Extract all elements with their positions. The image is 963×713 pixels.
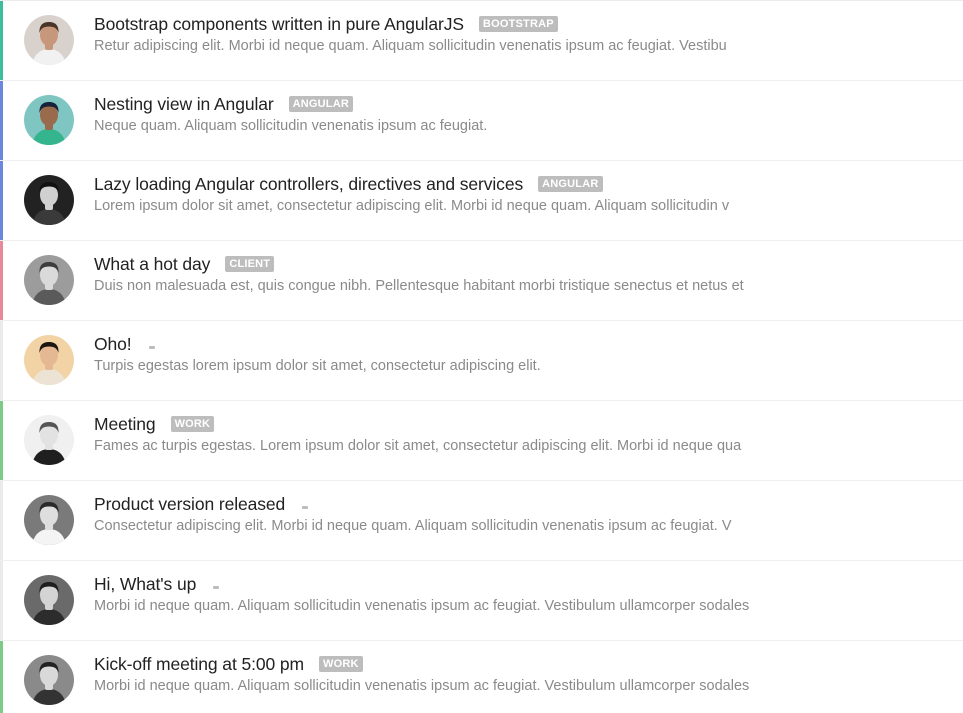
avatar-photo — [24, 495, 74, 545]
message-content: Bootstrap components written in pure Ang… — [94, 11, 933, 55]
avatar-photo — [24, 575, 74, 625]
list-item[interactable]: What a hot day CLIENT Duis non malesuada… — [0, 241, 963, 321]
message-title[interactable]: Hi, What's up — [94, 574, 196, 595]
label-color-bar — [0, 641, 3, 713]
avatar-photo — [24, 335, 74, 385]
title-row: Oho! — [94, 331, 933, 357]
avatar[interactable] — [24, 495, 74, 545]
message-content: Hi, What's up Morbi id neque quam. Aliqu… — [94, 571, 933, 615]
title-row: Meeting WORK — [94, 411, 933, 437]
title-row: Product version released — [94, 491, 933, 517]
message-content: Kick-off meeting at 5:00 pm WORK Morbi i… — [94, 651, 933, 695]
label-badge — [148, 345, 155, 349]
message-snippet: Lorem ipsum dolor sit amet, consectetur … — [94, 198, 730, 214]
list-item[interactable]: Bootstrap components written in pure Ang… — [0, 1, 963, 81]
message-snippet: Duis non malesuada est, quis congue nibh… — [94, 278, 744, 294]
label-badge — [302, 505, 309, 509]
avatar[interactable] — [24, 255, 74, 305]
message-snippet: Fames ac turpis egestas. Lorem ipsum dol… — [94, 438, 742, 454]
title-row: Nesting view in Angular ANGULAR — [94, 91, 933, 117]
message-title[interactable]: Kick-off meeting at 5:00 pm — [94, 654, 304, 675]
message-title[interactable]: Oho! — [94, 334, 132, 355]
label-color-bar — [0, 161, 3, 240]
list-item[interactable]: Oho! Turpis egestas lorem ipsum dolor si… — [0, 321, 963, 401]
message-title[interactable]: Lazy loading Angular controllers, direct… — [94, 174, 523, 195]
list-item[interactable]: Meeting WORK Fames ac turpis egestas. Lo… — [0, 401, 963, 481]
list-item[interactable]: Product version released Consectetur adi… — [0, 481, 963, 561]
avatar[interactable] — [24, 575, 74, 625]
message-snippet: Consectetur adipiscing elit. Morbi id ne… — [94, 518, 732, 534]
avatar-photo — [24, 15, 74, 65]
label-color-bar — [0, 481, 3, 560]
message-title[interactable]: Meeting — [94, 414, 156, 435]
label-badge: WORK — [170, 416, 215, 432]
label-color-bar — [0, 561, 3, 640]
avatar[interactable] — [24, 335, 74, 385]
title-row: Hi, What's up — [94, 571, 933, 597]
message-title[interactable]: Bootstrap components written in pure Ang… — [94, 14, 464, 35]
label-color-bar — [0, 241, 3, 320]
list-item[interactable]: Hi, What's up Morbi id neque quam. Aliqu… — [0, 561, 963, 641]
title-row: Bootstrap components written in pure Ang… — [94, 11, 933, 37]
message-snippet: Neque quam. Aliquam sollicitudin venenat… — [94, 118, 488, 134]
label-color-bar — [0, 81, 3, 160]
list-item[interactable]: Nesting view in Angular ANGULAR Neque qu… — [0, 81, 963, 161]
message-content: Oho! Turpis egestas lorem ipsum dolor si… — [94, 331, 933, 375]
avatar-photo — [24, 255, 74, 305]
title-row: Lazy loading Angular controllers, direct… — [94, 171, 933, 197]
avatar-photo — [24, 175, 74, 225]
title-row: What a hot day CLIENT — [94, 251, 933, 277]
avatar[interactable] — [24, 95, 74, 145]
list-item[interactable]: Kick-off meeting at 5:00 pm WORK Morbi i… — [0, 641, 963, 713]
message-title[interactable]: What a hot day — [94, 254, 210, 275]
label-color-bar — [0, 1, 3, 80]
message-content: What a hot day CLIENT Duis non malesuada… — [94, 251, 933, 295]
message-snippet: Retur adipiscing elit. Morbi id neque qu… — [94, 38, 727, 54]
message-snippet: Morbi id neque quam. Aliquam sollicitudi… — [94, 598, 750, 614]
message-list: Bootstrap components written in pure Ang… — [0, 0, 963, 713]
label-color-bar — [0, 321, 3, 400]
label-badge: CLIENT — [225, 256, 275, 272]
avatar-photo — [24, 95, 74, 145]
message-snippet: Turpis egestas lorem ipsum dolor sit ame… — [94, 358, 541, 374]
message-content: Nesting view in Angular ANGULAR Neque qu… — [94, 91, 933, 135]
label-color-bar — [0, 401, 3, 480]
message-snippet: Morbi id neque quam. Aliquam sollicitudi… — [94, 678, 750, 694]
label-badge: WORK — [319, 656, 363, 672]
avatar-photo — [24, 655, 74, 705]
title-row: Kick-off meeting at 5:00 pm WORK — [94, 651, 933, 677]
label-badge: ANGULAR — [538, 176, 603, 192]
list-item[interactable]: Lazy loading Angular controllers, direct… — [0, 161, 963, 241]
avatar[interactable] — [24, 655, 74, 705]
avatar-photo — [24, 415, 74, 465]
label-badge: ANGULAR — [288, 96, 354, 112]
avatar[interactable] — [24, 415, 74, 465]
message-content: Product version released Consectetur adi… — [94, 491, 933, 535]
message-content: Lazy loading Angular controllers, direct… — [94, 171, 933, 215]
message-content: Meeting WORK Fames ac turpis egestas. Lo… — [94, 411, 933, 455]
label-badge: BOOTSTRAP — [478, 16, 558, 32]
message-title[interactable]: Nesting view in Angular — [94, 94, 274, 115]
avatar[interactable] — [24, 175, 74, 225]
avatar[interactable] — [24, 15, 74, 65]
label-badge — [213, 585, 220, 589]
message-title[interactable]: Product version released — [94, 494, 285, 515]
